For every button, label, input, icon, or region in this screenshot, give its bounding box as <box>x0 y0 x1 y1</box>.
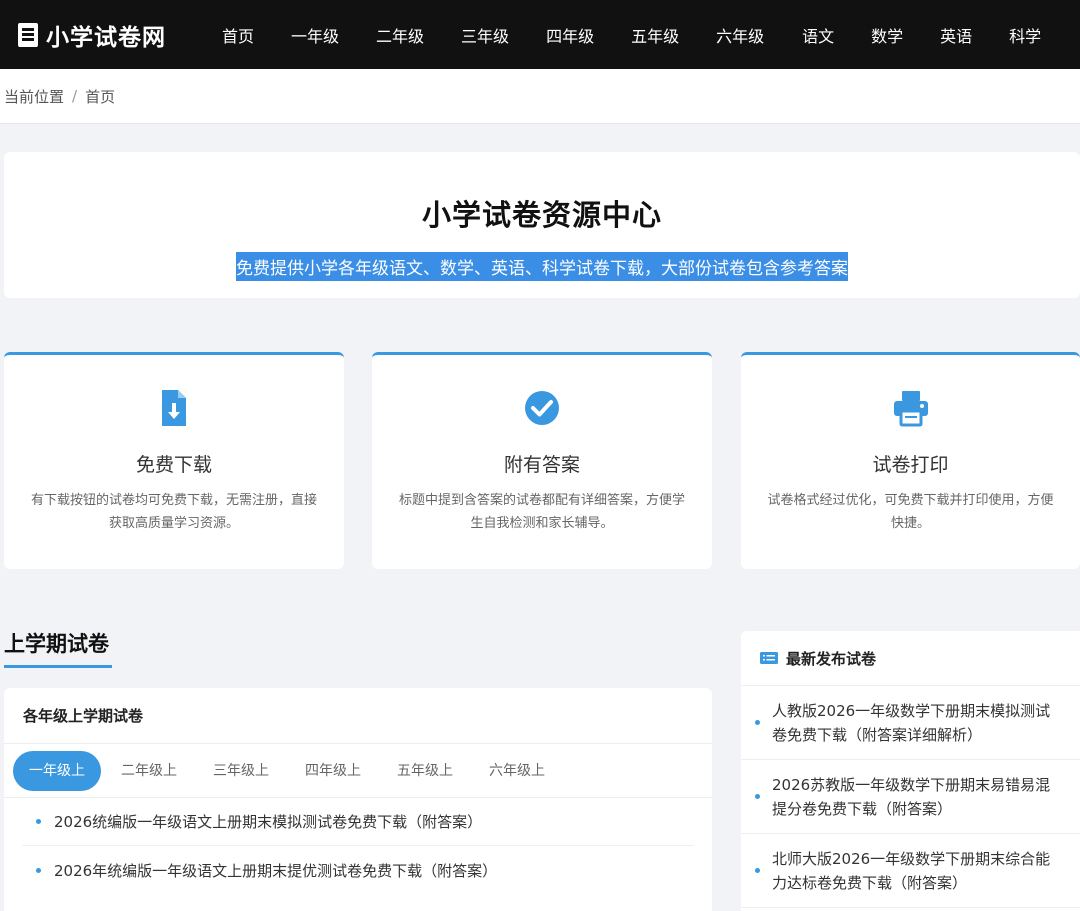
list-item[interactable]: 2026统编版一年级语文上册期末模拟测试卷免费下载（附答案） <box>22 798 694 846</box>
feature-description: 有下载按钮的试卷均可免费下载，无需注册，直接获取高质量学习资源。 <box>30 493 317 531</box>
printer-icon <box>893 391 928 427</box>
paper-link[interactable]: 2026统编版一年级语文上册期末模拟测试卷免费下载（附答案） <box>54 811 482 832</box>
nav-item-science[interactable]: 科学 <box>1009 23 1041 47</box>
feature-card-download: 免费下载 有下载按钮的试卷均可免费下载，无需注册，直接获取高质量学习资源。 <box>4 352 344 569</box>
feature-description: 标题中提到含答案的试卷都配有详细答案，方便学生自我检测和家长辅导。 <box>398 493 685 531</box>
bullet-dot <box>36 867 41 873</box>
panel-title: 各年级上学期试卷 <box>4 688 712 744</box>
feature-card-print: 试卷打印 试卷格式经过优化，可免费下载并打印使用，方便快捷。 <box>741 352 1080 569</box>
tab-grade4[interactable]: 四年级上 <box>289 751 377 791</box>
hero-banner: 小学试卷资源中心 免费提供小学各年级语文、数学、英语、科学试卷下载，大部份试卷包… <box>4 152 1080 298</box>
nav-item-grade2[interactable]: 二年级 <box>376 23 424 47</box>
nav-item-grade6[interactable]: 六年级 <box>716 23 764 47</box>
nav-item-grade4[interactable]: 四年级 <box>546 23 594 47</box>
logo-text[interactable]: 小学试卷网 <box>46 18 166 52</box>
feature-title: 试卷打印 <box>872 454 949 476</box>
grade-tabs: 一年级上 二年级上 三年级上 四年级上 五年级上 六年级上 <box>4 744 712 798</box>
site-logo[interactable]: 小学试卷网 <box>18 18 218 52</box>
feature-title: 免费下载 <box>135 454 212 476</box>
tab-grade1[interactable]: 一年级上 <box>13 750 101 791</box>
document-icon <box>18 22 38 47</box>
page-title: 小学试卷资源中心 <box>421 198 662 232</box>
bullet-dot <box>755 720 760 725</box>
list-item[interactable]: 人教版2026一年级数学下册期末模拟测试卷免费下载（附答案详细解析） <box>741 686 1080 760</box>
nav-item-grade5[interactable]: 五年级 <box>631 23 679 47</box>
bullet-dot <box>36 819 41 824</box>
latest-list: 人教版2026一年级数学下册期末模拟测试卷免费下载（附答案详细解析） 2026苏… <box>741 686 1080 908</box>
bullet-dot <box>755 868 760 873</box>
check-circle-icon <box>525 391 559 425</box>
section-title: 上学期试卷 <box>4 632 109 656</box>
nav-item-home[interactable]: 首页 <box>222 23 254 47</box>
breadcrumb-home-link[interactable]: 首页 <box>85 86 115 107</box>
main-nav: 首页 一年级 二年级 三年级 四年级 五年级 六年级 语文 数学 英语 科学 <box>220 23 1041 47</box>
semester-papers-panel: 各年级上学期试卷 一年级上 二年级上 三年级上 四年级上 五年级上 六年级上 2… <box>4 688 712 911</box>
paper-link[interactable]: 2026年统编版一年级语文上册期末提优测试卷免费下载（附答案） <box>54 860 497 881</box>
nav-item-math[interactable]: 数学 <box>871 23 903 47</box>
tab-grade3[interactable]: 三年级上 <box>197 751 285 791</box>
paper-link[interactable]: 2026苏教版一年级数学下册期末易错易混提分卷免费下载（附答案） <box>772 773 1080 821</box>
list-item[interactable]: 2026苏教版一年级数学下册期末易错易混提分卷免费下载（附答案） <box>741 760 1080 834</box>
nav-item-english[interactable]: 英语 <box>940 23 972 47</box>
feature-card-answers: 附有答案 标题中提到含答案的试卷都配有详细答案，方便学生自我检测和家长辅导。 <box>372 352 712 569</box>
latest-papers-sidebar: 最新发布试卷 人教版2026一年级数学下册期末模拟测试卷免费下载（附答案详细解析… <box>741 631 1080 911</box>
nav-item-grade3[interactable]: 三年级 <box>461 23 509 47</box>
breadcrumb: 当前位置 / 首页 <box>0 69 1080 124</box>
sidebar-title: 最新发布试卷 <box>786 649 877 668</box>
paper-link[interactable]: 北师大版2026一年级数学下册期末综合能力达标卷免费下载（附答案） <box>772 847 1080 895</box>
tab-grade5[interactable]: 五年级上 <box>381 751 469 791</box>
nav-item-chinese[interactable]: 语文 <box>802 23 834 47</box>
file-download-icon <box>162 390 186 426</box>
section-underline <box>4 665 112 668</box>
site-header: 小学试卷网 首页 一年级 二年级 三年级 四年级 五年级 六年级 语文 数学 英… <box>0 0 1080 69</box>
paper-list: 2026统编版一年级语文上册期末模拟测试卷免费下载（附答案） 2026年统编版一… <box>4 798 712 894</box>
tab-grade6[interactable]: 六年级上 <box>473 751 561 791</box>
paper-link[interactable]: 人教版2026一年级数学下册期末模拟测试卷免费下载（附答案详细解析） <box>772 699 1080 747</box>
list-icon <box>760 652 778 664</box>
hero-subtitle: 免费提供小学各年级语文、数学、英语、科学试卷下载，大部份试卷包含参考答案 <box>236 252 848 281</box>
feature-description: 试卷格式经过优化，可免费下载并打印使用，方便快捷。 <box>767 493 1054 531</box>
tab-grade2[interactable]: 二年级上 <box>105 751 193 791</box>
breadcrumb-label: 当前位置 <box>4 87 65 106</box>
list-item[interactable]: 2026年统编版一年级语文上册期末提优测试卷免费下载（附答案） <box>22 846 694 894</box>
nav-item-grade1[interactable]: 一年级 <box>291 23 339 47</box>
list-item[interactable]: 北师大版2026一年级数学下册期末综合能力达标卷免费下载（附答案） <box>741 834 1080 908</box>
sidebar-header: 最新发布试卷 <box>741 631 1080 686</box>
breadcrumb-separator: / <box>72 87 78 105</box>
feature-title: 附有答案 <box>503 454 580 476</box>
bullet-dot <box>755 794 760 799</box>
